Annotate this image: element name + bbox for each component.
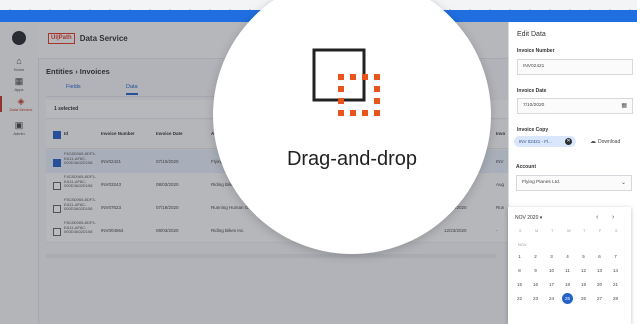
- calendar-month-selector[interactable]: NOV 2020 ▾: [515, 215, 542, 221]
- weekday-label: S: [519, 229, 522, 233]
- previous-month-button[interactable]: ‹: [596, 214, 598, 221]
- cloud-download-icon: ☁: [590, 139, 596, 145]
- calendar-day[interactable]: 13: [594, 265, 605, 276]
- calendar-day[interactable]: 17: [546, 279, 557, 290]
- account-select[interactable]: Flying Planes Ltd. ⌄: [516, 175, 632, 191]
- drag-dot: [338, 86, 344, 92]
- weekday-label: T: [583, 229, 586, 233]
- calendar-day[interactable]: 3: [546, 251, 557, 262]
- chevron-down-icon: ⌄: [620, 180, 626, 186]
- account-value: Flying Planes Ltd.: [522, 180, 561, 185]
- calendar-day[interactable]: 6: [594, 251, 605, 262]
- calendar-icon[interactable]: ▦: [621, 102, 627, 109]
- calendar-month: NOV 2020: [515, 215, 539, 221]
- calendar-day[interactable]: 11: [562, 265, 573, 276]
- calendar-day[interactable]: 9: [530, 265, 541, 276]
- drag-dot: [374, 86, 380, 92]
- weekday-label: M: [535, 229, 539, 233]
- invoice-date-label: Invoice Date: [517, 88, 547, 94]
- calendar-day[interactable]: 10: [546, 265, 557, 276]
- panel-title: Edit Data: [517, 31, 546, 38]
- calendar-month-label: NOV: [518, 242, 527, 247]
- invoice-copy-label: Invoice Copy: [517, 127, 549, 133]
- calendar-day[interactable]: 8: [514, 265, 525, 276]
- calendar-day[interactable]: 14: [610, 265, 621, 276]
- download-button[interactable]: ☁ Download: [590, 138, 620, 145]
- calendar-day[interactable]: 18: [562, 279, 573, 290]
- download-label: Download: [598, 139, 621, 145]
- attachment-chip[interactable]: INV 02421 - Fl... ✕: [514, 136, 576, 147]
- calendar-day[interactable]: 5: [578, 251, 589, 262]
- invoice-number-value: INV02421: [523, 64, 545, 69]
- calendar-day[interactable]: 12: [578, 265, 589, 276]
- calendar-day[interactable]: 26: [578, 293, 589, 304]
- calendar-day[interactable]: 1: [514, 251, 525, 262]
- weekday-label: S: [615, 229, 618, 233]
- calendar-day[interactable]: 20: [594, 279, 605, 290]
- account-label: Account: [516, 164, 536, 170]
- calendar-day[interactable]: 7: [610, 251, 621, 262]
- month-dropdown-icon: ▾: [539, 215, 543, 221]
- invoice-number-field[interactable]: INV02421: [517, 59, 633, 75]
- weekday-label: F: [599, 229, 602, 233]
- calendar-day[interactable]: 28: [610, 293, 621, 304]
- drag-dot: [350, 74, 356, 80]
- drag-dot: [374, 74, 380, 80]
- remove-attachment-icon[interactable]: ✕: [565, 138, 572, 145]
- calendar-day[interactable]: 27: [594, 293, 605, 304]
- invoice-number-label: Invoice Number: [517, 48, 555, 54]
- calendar-day[interactable]: 19: [578, 279, 589, 290]
- drag-dot: [374, 110, 380, 116]
- drag-dot: [362, 74, 368, 80]
- calendar-day[interactable]: 21: [610, 279, 621, 290]
- drag-and-drop-icon: [312, 48, 380, 116]
- drag-dot: [362, 110, 368, 116]
- calendar-day[interactable]: 23: [530, 293, 541, 304]
- calendar-day[interactable]: 16: [530, 279, 541, 290]
- drag-dot: [338, 98, 344, 104]
- weekday-label: W: [567, 229, 571, 233]
- weekday-label: T: [551, 229, 554, 233]
- drag-dot: [350, 110, 356, 116]
- date-picker-calendar: NOV 2020 ▾ ‹ › S M T W T F S NOV 1234567…: [508, 207, 631, 324]
- invoice-date-field[interactable]: 7/10/2020 ▦: [517, 98, 633, 114]
- calendar-day[interactable]: 4: [562, 251, 573, 262]
- drag-dot: [338, 110, 344, 116]
- calendar-day[interactable]: 25: [562, 293, 573, 304]
- drag-dot: [374, 98, 380, 104]
- next-month-button[interactable]: ›: [612, 214, 614, 221]
- calendar-day[interactable]: 2: [530, 251, 541, 262]
- calendar-day[interactable]: 15: [514, 279, 525, 290]
- calendar-day[interactable]: 24: [546, 293, 557, 304]
- drag-and-drop-label: Drag-and-drop: [286, 148, 418, 170]
- calendar-day[interactable]: 22: [514, 293, 525, 304]
- drag-dot: [338, 74, 344, 80]
- attachment-chip-text: INV 02421 - Fl...: [519, 139, 552, 144]
- invoice-date-value: 7/10/2020: [523, 103, 545, 108]
